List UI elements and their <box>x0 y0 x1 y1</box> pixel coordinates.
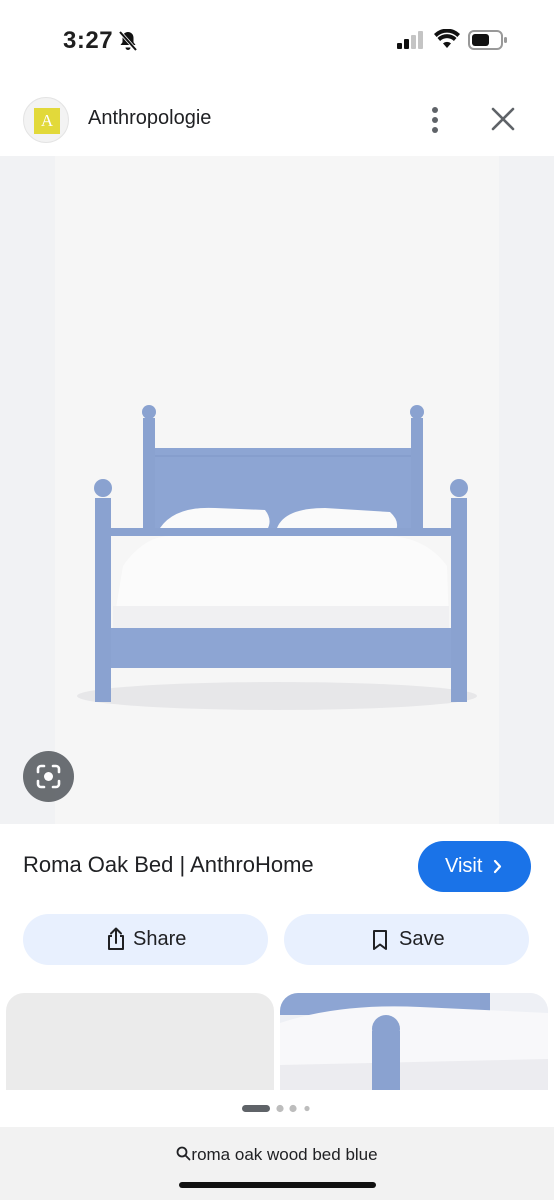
more-vert-icon[interactable] <box>424 105 446 135</box>
status-bar: 3:27 <box>0 0 554 80</box>
close-icon[interactable] <box>490 106 516 132</box>
visit-label: Visit <box>445 855 483 877</box>
search-query-row[interactable]: roma oak wood bed blue <box>0 1145 554 1165</box>
product-image[interactable] <box>0 156 554 824</box>
share-button[interactable]: Share <box>23 914 268 965</box>
page-header: A Anthropologie <box>0 80 554 156</box>
logo-letter: A <box>34 108 60 134</box>
status-time: 3:27 <box>63 27 114 54</box>
visit-button[interactable]: Visit <box>418 841 531 892</box>
search-icon <box>177 1146 191 1161</box>
signal-icon <box>397 31 423 49</box>
chevron-right-icon <box>493 859 502 874</box>
bed-illustration <box>77 405 477 710</box>
share-icon <box>108 927 124 950</box>
save-button[interactable]: Save <box>284 914 529 965</box>
save-label: Save <box>399 928 445 950</box>
bell-slash-icon <box>118 30 138 52</box>
related-image-card[interactable] <box>280 993 548 1090</box>
bookmark-icon <box>373 930 387 950</box>
product-title[interactable]: Roma Oak Bed | AnthroHome <box>23 852 314 878</box>
related-image-card[interactable] <box>6 993 274 1090</box>
battery-icon <box>468 30 507 50</box>
wifi-icon <box>434 29 460 48</box>
lens-icon <box>36 764 61 789</box>
search-query: roma oak wood bed blue <box>191 1145 378 1164</box>
related-bed-photo <box>280 993 548 1090</box>
site-name: Anthropologie <box>88 107 212 129</box>
lens-button[interactable] <box>23 751 74 802</box>
share-label: Share <box>133 928 187 950</box>
site-logo: A <box>23 97 69 143</box>
pagination-dots <box>242 1104 310 1113</box>
home-indicator <box>179 1182 376 1188</box>
search-bar[interactable]: roma oak wood bed blue <box>0 1127 554 1200</box>
product-photo <box>55 156 499 824</box>
